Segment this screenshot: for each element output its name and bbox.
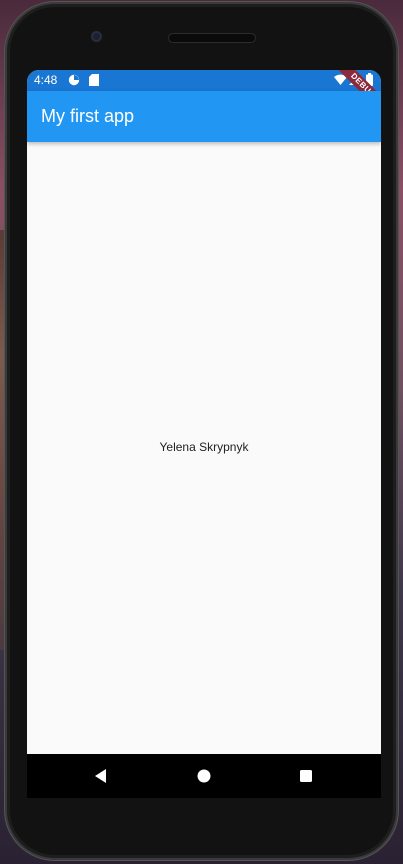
navigation-bar <box>27 754 381 798</box>
back-icon[interactable] <box>93 768 109 784</box>
front-camera <box>91 31 102 42</box>
app-bar: My first app <box>27 91 381 142</box>
sd-card-icon <box>89 74 99 89</box>
status-time: 4:48 <box>34 73 58 87</box>
data-saver-icon <box>68 74 80 89</box>
body-text: Yelena Skrypnyk <box>159 440 249 454</box>
recents-icon[interactable] <box>298 768 314 784</box>
app-title: My first app <box>41 106 135 126</box>
app-screen: 4:48 DEBUG My first app Yelena Skrypnyk <box>27 70 381 754</box>
status-bar: 4:48 DEBUG <box>27 70 381 119</box>
home-icon[interactable] <box>196 768 212 784</box>
earpiece-speaker <box>168 33 256 43</box>
